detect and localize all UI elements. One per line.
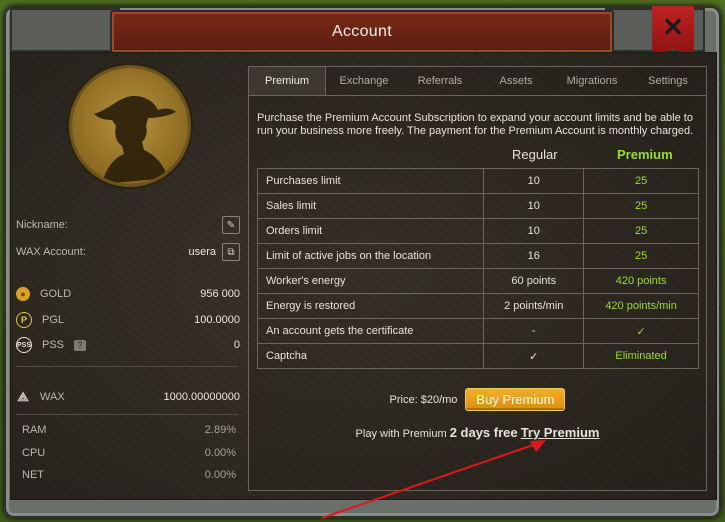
regular-cell: 10 bbox=[483, 218, 585, 244]
premium-column-header: Premium bbox=[617, 147, 673, 162]
buy-premium-button[interactable]: Buy Premium bbox=[465, 388, 566, 411]
premium-cell: ✓ bbox=[583, 318, 699, 344]
window-title: Account bbox=[332, 23, 392, 40]
gold-coin-icon: ● bbox=[16, 287, 30, 301]
tab-assets[interactable]: Assets bbox=[478, 67, 554, 95]
wax-icon: ⟁ bbox=[17, 389, 29, 404]
avatar bbox=[72, 68, 188, 184]
help-icon[interactable]: ? bbox=[74, 339, 87, 351]
premium-cell: Eliminated bbox=[583, 343, 699, 369]
close-icon: ✕ bbox=[662, 12, 684, 42]
premium-panel: Premium Exchange Referrals Assets Migrat… bbox=[248, 66, 707, 491]
pss-coin-icon: PSS bbox=[16, 337, 32, 353]
tab-referrals[interactable]: Referrals bbox=[402, 67, 478, 95]
tab-bar: Premium Exchange Referrals Assets Migrat… bbox=[249, 67, 706, 96]
ram-label: RAM bbox=[22, 424, 47, 436]
trial-prefix: Play with Premium bbox=[355, 428, 447, 440]
resource-divider bbox=[16, 414, 238, 415]
try-premium-link[interactable]: Try Premium bbox=[521, 425, 600, 440]
tab-migrations[interactable]: Migrations bbox=[554, 67, 630, 95]
feature-cell: Worker's energy bbox=[256, 268, 485, 294]
regular-cell: - bbox=[483, 318, 585, 344]
table-row: An account gets the certificate - ✓ bbox=[256, 318, 699, 344]
price-row: Price: $20/mo Buy Premium bbox=[249, 388, 706, 411]
trial-days: 2 days free bbox=[449, 425, 518, 440]
table-row: Orders limit 10 25 bbox=[256, 218, 699, 244]
pgl-coin-icon: P bbox=[16, 312, 32, 328]
pgl-row: P PGL 100.0000 bbox=[16, 312, 240, 328]
price-text: Price: $20/mo bbox=[389, 393, 458, 406]
comparison-table: Purchases limit 10 25 Sales limit 10 25 … bbox=[256, 168, 699, 369]
regular-cell: 16 bbox=[483, 243, 585, 269]
net-row: NET 0.00% bbox=[22, 469, 236, 481]
net-label: NET bbox=[22, 469, 44, 481]
table-row: Purchases limit 10 25 bbox=[256, 168, 699, 194]
left-plank bbox=[10, 8, 120, 52]
nickname-row: Nickname: ✎ bbox=[16, 216, 240, 234]
cpu-label: CPU bbox=[22, 447, 46, 459]
title-bar: Account bbox=[110, 10, 614, 54]
feature-cell: Limit of active jobs on the location bbox=[256, 243, 485, 269]
premium-description: Purchase the Premium Account Subscriptio… bbox=[257, 112, 694, 137]
pgl-label: PGL bbox=[42, 314, 65, 326]
tab-settings[interactable]: Settings bbox=[630, 67, 706, 95]
feature-cell: An account gets the certificate bbox=[256, 318, 485, 344]
regular-column-header: Regular bbox=[512, 147, 558, 162]
table-row: Sales limit 10 25 bbox=[256, 193, 699, 219]
copy-icon[interactable]: ⧉ bbox=[222, 243, 240, 261]
regular-cell: 60 points bbox=[483, 268, 585, 294]
pss-value: 0 bbox=[233, 339, 240, 351]
table-row: Limit of active jobs on the location 16 … bbox=[256, 243, 699, 269]
gold-value: 956 000 bbox=[200, 288, 240, 300]
regular-cell: 2 points/min bbox=[483, 293, 585, 319]
premium-cell: 420 points/min bbox=[583, 293, 699, 319]
feature-cell: Orders limit bbox=[256, 218, 485, 244]
edit-icon[interactable]: ✎ bbox=[222, 216, 240, 234]
trial-row: Play with Premium 2 days free Try Premiu… bbox=[249, 425, 706, 440]
pss-label: PSS bbox=[42, 339, 65, 351]
cowboy-silhouette-icon bbox=[94, 96, 176, 184]
wax-label: WAX bbox=[40, 391, 65, 403]
gold-label: GOLD bbox=[40, 288, 72, 300]
table-row: Captcha ✓ Eliminated bbox=[256, 343, 699, 369]
table-row: Worker's energy 60 points 420 points bbox=[256, 268, 699, 294]
feature-cell: Captcha bbox=[256, 343, 485, 369]
tab-exchange[interactable]: Exchange bbox=[326, 67, 402, 95]
ram-value: 2.89% bbox=[204, 424, 236, 436]
regular-cell: 10 bbox=[483, 193, 585, 219]
premium-cell: 25 bbox=[583, 193, 699, 219]
ram-row: RAM 2.89% bbox=[22, 424, 236, 436]
cpu-row: CPU 0.00% bbox=[22, 447, 236, 459]
balance-divider bbox=[16, 366, 238, 367]
wax-value: 1000.00000000 bbox=[163, 391, 240, 403]
net-value: 0.00% bbox=[204, 469, 236, 481]
wax-account-row: WAX Account: usera ⧉ bbox=[16, 243, 240, 261]
regular-cell: 10 bbox=[483, 168, 585, 194]
wax-account-value: usera bbox=[188, 246, 216, 258]
gold-row: ● GOLD 956 000 bbox=[16, 287, 240, 301]
nickname-label: Nickname: bbox=[16, 219, 68, 231]
premium-cell: 420 points bbox=[583, 268, 699, 294]
feature-cell: Energy is restored bbox=[256, 293, 485, 319]
tab-premium[interactable]: Premium bbox=[249, 67, 326, 95]
pgl-value: 100.0000 bbox=[194, 314, 240, 326]
premium-cell: 25 bbox=[583, 168, 699, 194]
premium-cell: 25 bbox=[583, 218, 699, 244]
comparison-headers: Regular Premium bbox=[257, 147, 699, 165]
regular-cell: ✓ bbox=[483, 343, 585, 369]
wax-row: ⟁ WAX 1000.00000000 bbox=[16, 389, 240, 404]
feature-cell: Sales limit bbox=[256, 193, 485, 219]
feature-cell: Purchases limit bbox=[256, 168, 485, 194]
wax-account-label: WAX Account: bbox=[16, 246, 86, 258]
premium-cell: 25 bbox=[583, 243, 699, 269]
cpu-value: 0.00% bbox=[204, 447, 236, 459]
pss-row: PSS PSS ? 0 bbox=[16, 337, 240, 353]
table-row: Energy is restored 2 points/min 420 poin… bbox=[256, 293, 699, 319]
